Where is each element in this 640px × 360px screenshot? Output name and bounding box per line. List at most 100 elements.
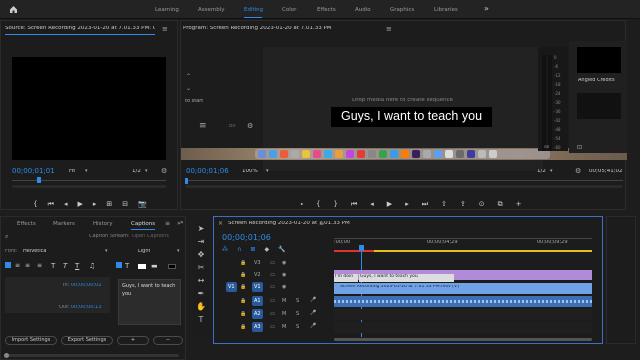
sync-lock-icon[interactable]: ▭ (270, 324, 275, 330)
caption-in-timecode[interactable]: 00;00;00;02 (71, 283, 102, 288)
workspace-tab-editing[interactable]: Editing (244, 7, 263, 13)
play-icon[interactable]: ▶ (77, 200, 82, 208)
mute-button[interactable]: M (282, 311, 286, 317)
workspace-tab-learning[interactable]: Learning (155, 7, 179, 13)
insert-nest-icon[interactable]: ⊠ (250, 246, 255, 253)
audio-clip-a1[interactable] (334, 296, 592, 307)
caption-stream-value[interactable]: Open Captions (132, 234, 169, 239)
more-panels-icon[interactable]: » (180, 219, 184, 226)
sequence-title[interactable]: Screen Recording 2023-01-20 at 7.01.33 P… (228, 221, 350, 227)
go-to-in-icon[interactable]: ⏮ (351, 200, 357, 209)
sync-lock-icon[interactable]: ▭ (270, 260, 275, 266)
tab-history[interactable]: History (93, 221, 113, 227)
workspace-tab-color[interactable]: Color (282, 7, 296, 13)
workspace-tab-graphics[interactable]: Graphics (390, 7, 414, 13)
hand-tool-icon[interactable]: ✋ (196, 302, 206, 311)
source-monitor-title[interactable]: Source: Screen Recording 2023-01-20 at 7… (5, 26, 155, 35)
source-zoom-bar[interactable] (12, 185, 166, 188)
mark-out-icon[interactable]: } (334, 200, 338, 208)
audio-track-a3-empty[interactable] (334, 322, 592, 333)
source-patch-v1[interactable]: V1 (226, 282, 237, 292)
track-label[interactable]: V3 (254, 260, 261, 266)
music-note-icon[interactable]: ♫ (89, 262, 95, 270)
align-right-icon[interactable]: ≡ (25, 262, 30, 269)
program-timecode[interactable]: 00;00;01;06 (186, 168, 229, 175)
linked-selection-icon[interactable]: ∩ (237, 246, 241, 253)
sync-lock-icon[interactable]: ▭ (270, 298, 275, 304)
slip-tool-icon[interactable]: ↔ (196, 276, 206, 285)
source-timecode[interactable]: 00;00;01;01 (12, 168, 55, 175)
settings-wrench-icon[interactable]: ⚙ (161, 167, 167, 175)
track-select-tool-icon[interactable]: ⇥ (196, 237, 206, 246)
text-fill-icon[interactable] (116, 262, 122, 268)
hamburger-menu-icon[interactable]: ≡ (199, 121, 207, 131)
workspace-tab-audio[interactable]: Audio (355, 7, 371, 13)
caption-text-editor[interactable]: Guys, I want to teach you (118, 279, 181, 325)
caption-clip[interactable]: I'm doin (334, 274, 358, 282)
video-clip[interactable]: Screen Recording 2023-01-20 at 7.01.33 P… (334, 283, 592, 294)
align-left-icon[interactable] (5, 262, 11, 268)
panel-menu-icon[interactable]: ≡ (386, 25, 392, 33)
add-caption-button[interactable]: + (117, 336, 149, 345)
go-to-out-icon[interactable]: ⏭ (422, 200, 428, 209)
chevron-down-icon[interactable]: ▾ (105, 248, 108, 254)
export-frame-icon[interactable]: ⊙ (479, 200, 485, 208)
align-center-icon[interactable]: ≡ (15, 262, 20, 269)
timeline-ruler[interactable] (334, 238, 592, 239)
export-settings-button[interactable]: Export Settings (61, 336, 113, 345)
source-resolution-select[interactable]: 1/2 (132, 169, 141, 175)
program-monitor-title[interactable]: Program: Screen Recording 2023-01-20 at … (183, 26, 383, 32)
workspace-tab-libraries[interactable]: Libraries (434, 7, 458, 13)
export-frame-icon[interactable]: 📷 (138, 200, 147, 208)
step-back-frame-icon[interactable]: ◂ (64, 200, 68, 208)
scroll-handle[interactable] (4, 353, 9, 358)
template-thumbnail[interactable] (577, 47, 621, 73)
panel-menu-icon[interactable]: ≡ (319, 220, 324, 227)
lift-icon[interactable]: ⇧ (441, 200, 447, 208)
import-settings-button[interactable]: Import Settings (5, 336, 57, 345)
add-button-icon[interactable]: + (516, 200, 522, 208)
chevron-down-icon[interactable]: ▾ (85, 168, 88, 174)
audio-track-a2-empty[interactable] (334, 309, 592, 320)
eye-icon[interactable]: ◉ (282, 284, 286, 290)
caption-clip[interactable]: Guys, I want to teach you (359, 274, 454, 282)
template-name[interactable]: Angled Credits (578, 78, 615, 83)
workspace-tab-effects[interactable]: Effects (317, 7, 336, 13)
insert-icon[interactable]: ⊞ (106, 200, 112, 208)
lock-icon[interactable]: 🔒 (240, 272, 246, 278)
program-playhead[interactable] (185, 178, 188, 184)
step-forward-frame-icon[interactable]: ▸ (405, 200, 409, 208)
solo-button[interactable]: S (296, 311, 299, 317)
solo-button[interactable]: S (296, 324, 299, 330)
background-icon[interactable]: ▬ (151, 262, 158, 270)
justify-icon[interactable]: ≡ (37, 262, 42, 269)
selection-tool-icon[interactable]: ➤ (196, 224, 206, 233)
comparison-view-icon[interactable]: ⧉ (498, 200, 503, 209)
add-text-tool-icon[interactable]: Bo (229, 124, 236, 129)
chevron-down-icon[interactable]: ▾ (177, 248, 180, 254)
caption-list-item[interactable]: In: 00;00;00;02 Out: 00;00;00;13 (5, 277, 110, 313)
program-resolution-select[interactable]: 1/2 (537, 169, 546, 175)
step-back-frame-icon[interactable]: ◂ (370, 200, 374, 208)
microphone-icon[interactable]: 🎤 (310, 297, 316, 303)
sync-lock-icon[interactable]: ▭ (270, 311, 275, 317)
track-label[interactable]: V1 (252, 282, 263, 292)
lock-icon[interactable]: 🔒 (240, 324, 246, 330)
mark-in-icon[interactable]: { (316, 200, 320, 208)
timeline-scrollbar[interactable] (334, 338, 592, 341)
program-zoom-bar[interactable] (185, 185, 623, 188)
lock-icon[interactable]: 🔒 (240, 311, 246, 317)
play-icon[interactable]: ▶ (387, 200, 392, 208)
sync-lock-icon[interactable]: ▭ (270, 284, 275, 290)
track-label[interactable]: V2 (254, 272, 261, 278)
program-zoom-select[interactable]: 100% (242, 169, 258, 175)
underline-icon[interactable]: T (75, 262, 79, 270)
overwrite-icon[interactable]: ⊟ (122, 200, 128, 208)
text-color-swatch[interactable] (138, 264, 146, 269)
step-forward-frame-icon[interactable]: ▸ (93, 200, 97, 208)
more-workspaces-icon[interactable]: » (484, 4, 489, 13)
timeline-settings-icon[interactable]: 🔧 (278, 246, 285, 253)
pen-tool-icon[interactable]: ✒ (196, 289, 206, 298)
chevron-down-icon[interactable]: ▾ (145, 168, 148, 174)
ripple-edit-tool-icon[interactable]: ✥ (196, 250, 206, 259)
